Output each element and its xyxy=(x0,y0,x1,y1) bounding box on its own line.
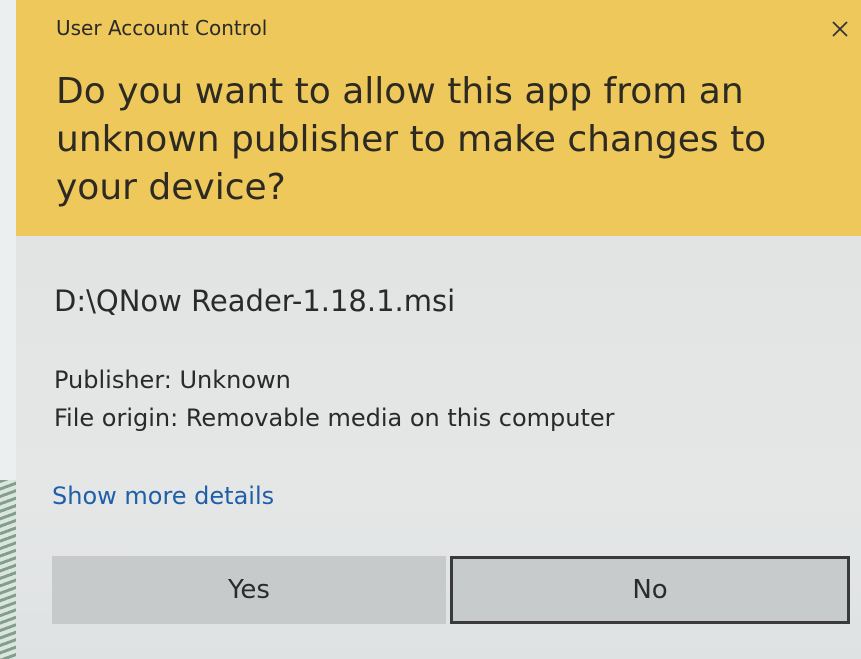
show-more-details-link[interactable]: Show more details xyxy=(52,482,274,510)
close-button[interactable] xyxy=(823,12,857,46)
dialog-title: User Account Control xyxy=(56,16,268,40)
prompt-question: Do you want to allow this app from an un… xyxy=(56,71,767,208)
no-button[interactable]: No xyxy=(450,556,850,624)
file-origin-info: File origin: Removable media on this com… xyxy=(54,404,615,432)
screen: User Account Control Do you want to allo… xyxy=(0,0,861,659)
close-icon xyxy=(832,21,848,37)
file-path: D:\QNow Reader-1.18.1.msi xyxy=(54,284,456,318)
dialog-header: User Account Control Do you want to allo… xyxy=(16,0,861,236)
publisher-info: Publisher: Unknown xyxy=(54,366,291,394)
yes-button[interactable]: Yes xyxy=(52,556,446,624)
dialog-body: D:\QNow Reader-1.18.1.msi Publisher: Unk… xyxy=(16,236,861,659)
uac-dialog: User Account Control Do you want to allo… xyxy=(16,0,861,659)
